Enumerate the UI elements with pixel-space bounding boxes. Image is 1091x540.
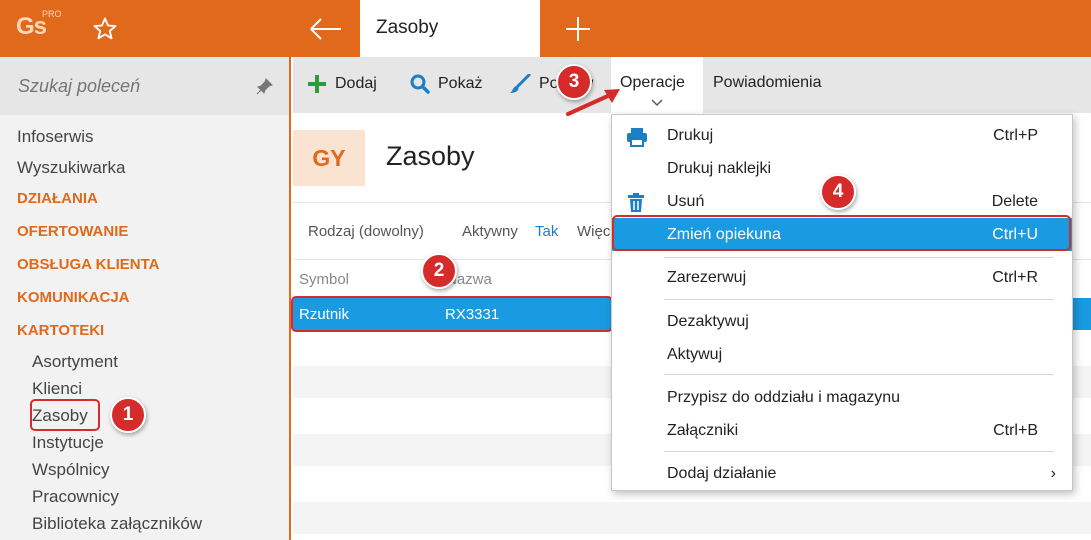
menu-item-label: Drukuj naklejki (667, 160, 772, 177)
menu-item-print[interactable]: Drukuj Ctrl+P (612, 119, 1072, 152)
menu-item-attachments[interactable]: Załączniki Ctrl+B (612, 414, 1072, 447)
column-header-symbol[interactable]: Symbol (299, 271, 349, 288)
menu-item-shortcut: Ctrl+B (993, 422, 1038, 439)
menu-separator (664, 451, 1054, 452)
sidebar-item-biblioteka-zalacznikow[interactable]: Biblioteka załączników (32, 514, 202, 534)
search-icon (410, 74, 430, 94)
sidebar-item-wyszukiwarka[interactable]: Wyszukiwarka (17, 158, 125, 178)
module-badge: GY (293, 130, 365, 186)
sidebar-item-klienci[interactable]: Klienci (32, 379, 82, 399)
favorites-button[interactable] (70, 0, 140, 57)
app-window: Gs PRO Zasoby Infoserwis Wyszukiwarka DZ… (0, 0, 1091, 540)
filter-active-label[interactable]: Aktywny (462, 223, 518, 240)
app-logo[interactable]: Gs PRO (0, 0, 70, 57)
toolbar: Dodaj Pokaż Popraw Operacje Powiadomieni… (293, 57, 1091, 113)
show-button[interactable]: Pokaż (410, 74, 482, 94)
sidebar-item-asortyment[interactable]: Asortyment (32, 352, 118, 372)
menu-item-assign-branch[interactable]: Przypisz do oddziału i magazynu (612, 381, 1072, 414)
table-row-empty (293, 502, 1091, 534)
submenu-chevron-icon: › (1050, 465, 1056, 482)
sidebar-category-kartoteki[interactable]: KARTOTEKI (17, 322, 104, 339)
command-search (0, 57, 289, 115)
menu-item-shortcut: Delete (991, 193, 1038, 210)
callout-step-4: 4 (820, 174, 856, 210)
menu-item-label: Przypisz do oddziału i magazynu (667, 389, 901, 406)
menu-item-label: Zarezerwuj (667, 269, 747, 286)
chevron-down-icon (651, 99, 663, 106)
tab-zasoby[interactable]: Zasoby (360, 0, 540, 57)
brush-icon (510, 74, 531, 93)
sidebar-category-obsluga-klienta[interactable]: OBSŁUGA KLIENTA (17, 256, 160, 273)
sidebar-item-infoserwis[interactable]: Infoserwis (17, 127, 94, 147)
menu-separator (664, 257, 1054, 258)
sidebar-category-komunikacja[interactable]: KOMUNIKACJA (17, 289, 130, 306)
sidebar-category-dzialania[interactable]: DZIAŁANIA (17, 190, 98, 207)
callout-step-2: 2 (421, 253, 457, 289)
menu-separator (664, 374, 1054, 375)
show-button-label: Pokaż (438, 75, 483, 92)
top-bar: Gs PRO Zasoby (0, 0, 1091, 57)
add-button[interactable]: Dodaj (307, 74, 377, 94)
printer-icon (627, 128, 647, 147)
filter-kind[interactable]: Rodzaj (dowolny) (308, 223, 424, 240)
sidebar: Infoserwis Wyszukiwarka DZIAŁANIA OFERTO… (0, 57, 291, 540)
menu-item-label: Usuń (667, 193, 705, 210)
add-button-label: Dodaj (335, 75, 377, 92)
menu-item-shortcut: Ctrl+P (993, 127, 1038, 144)
trash-icon (628, 193, 644, 212)
menu-item-label: Załączniki (667, 422, 739, 439)
menu-separator (664, 299, 1054, 300)
command-search-input[interactable] (18, 76, 238, 97)
callout-step-1: 1 (110, 397, 146, 433)
new-tab-button[interactable] (540, 0, 615, 57)
tab-title: Zasoby (376, 17, 439, 38)
sidebar-category-ofertowanie[interactable]: OFERTOWANIE (17, 223, 128, 240)
menu-item-label: Dodaj działanie (667, 465, 777, 482)
notifications-label: Powiadomienia (713, 74, 822, 91)
menu-item-add-action[interactable]: Dodaj działanie › (612, 457, 1072, 490)
menu-item-label: Aktywuj (667, 346, 723, 363)
menu-item-deactivate[interactable]: Dezaktywuj (612, 305, 1072, 338)
menu-item-label: Drukuj (667, 127, 714, 144)
menu-item-label: Dezaktywuj (667, 313, 749, 330)
highlight-change-owner (612, 215, 1071, 251)
notifications-button[interactable]: Powiadomienia (713, 74, 822, 92)
page-title: Zasoby (386, 141, 475, 171)
menu-item-reserve[interactable]: Zarezerwuj Ctrl+R (612, 261, 1072, 294)
sidebar-item-wspolnicy[interactable]: Wspólnicy (32, 460, 109, 480)
pin-icon[interactable] (256, 77, 274, 95)
menu-item-activate[interactable]: Aktywuj (612, 338, 1072, 371)
sidebar-item-instytucje[interactable]: Instytucje (32, 433, 104, 453)
operations-dropdown: Drukuj Ctrl+P Drukuj naklejki Usuń Delet… (611, 114, 1073, 491)
back-button[interactable] (292, 0, 360, 57)
callout-step-3: 3 (556, 64, 592, 100)
arrow-left-icon (310, 17, 341, 40)
filter-active-value[interactable]: Tak (535, 223, 558, 240)
plus-icon (565, 16, 590, 41)
menu-item-shortcut: Ctrl+R (992, 269, 1038, 286)
sidebar-item-pracownicy[interactable]: Pracownicy (32, 487, 119, 507)
highlight-selected-row (291, 296, 613, 332)
logo-badge: PRO (42, 9, 62, 19)
highlight-zasoby (30, 399, 100, 431)
plus-icon (308, 75, 326, 93)
star-icon (93, 17, 117, 39)
